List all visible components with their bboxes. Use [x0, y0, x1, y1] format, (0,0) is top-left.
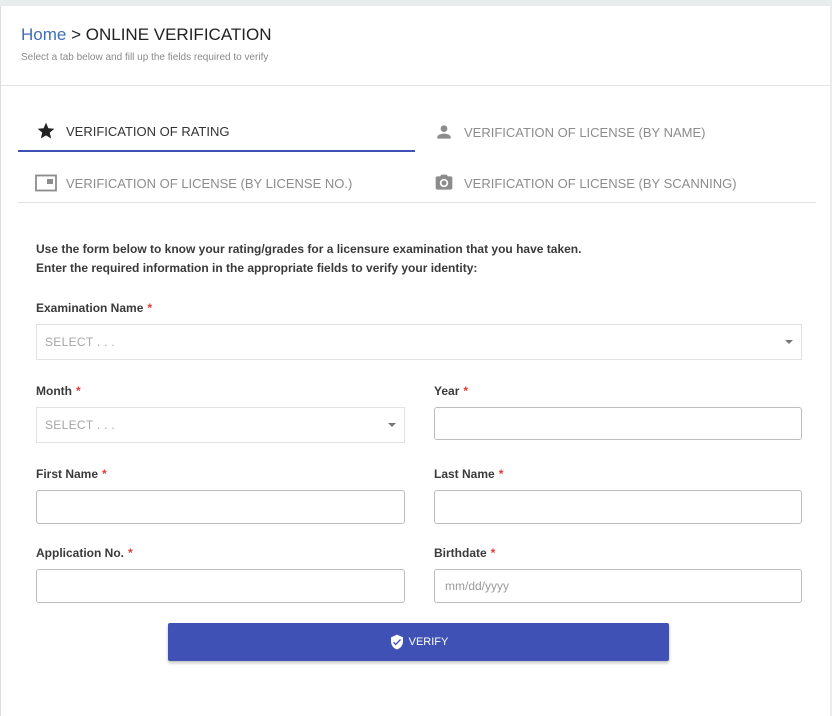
camera-icon — [433, 172, 455, 194]
application-no-input[interactable] — [36, 569, 405, 603]
first-name-label-text: First Name — [36, 467, 99, 481]
required-marker: * — [128, 546, 133, 560]
verify-button-label: VERIFY — [408, 636, 449, 648]
application-no-label-text: Application No. — [36, 546, 124, 560]
breadcrumb-home-link[interactable]: Home — [21, 25, 66, 44]
exam-name-selected: SELECT . . . — [45, 335, 116, 349]
form-instructions: Use the form below to know your rating/g… — [36, 240, 581, 278]
breadcrumb-separator: > — [66, 25, 86, 44]
last-name-input[interactable] — [434, 490, 802, 524]
first-name-label: First Name * — [36, 467, 107, 481]
instructions-line-1: Use the form below to know your rating/g… — [36, 242, 582, 256]
month-selected: SELECT . . . — [45, 418, 116, 432]
tab-license-by-scanning[interactable]: VERIFICATION OF LICENSE (BY SCANNING) — [416, 163, 816, 203]
tab-label: VERIFICATION OF LICENSE (BY LICENSE NO.) — [66, 175, 353, 191]
page-subtitle: Select a tab below and fill up the field… — [21, 52, 269, 63]
year-input[interactable] — [434, 407, 802, 440]
month-label: Month * — [36, 384, 81, 398]
exam-name-label: Examination Name * — [36, 301, 152, 315]
instructions-line-2: Enter the required information in the ap… — [36, 261, 478, 275]
tab-label: VERIFICATION OF LICENSE (BY NAME) — [464, 124, 706, 140]
required-marker: * — [490, 546, 496, 560]
tab-license-by-name[interactable]: VERIFICATION OF LICENSE (BY NAME) — [416, 112, 816, 152]
tab-license-by-license-no[interactable]: VERIFICATION OF LICENSE (BY LICENSE NO.) — [18, 163, 415, 203]
required-marker: * — [147, 301, 153, 315]
month-select[interactable]: SELECT . . . — [36, 407, 405, 443]
star-icon — [35, 120, 57, 142]
birthdate-input[interactable] — [434, 569, 802, 603]
year-label: Year * — [434, 384, 468, 398]
last-name-label: Last Name * — [434, 467, 503, 481]
year-label-text: Year — [434, 384, 460, 398]
required-marker: * — [498, 467, 504, 481]
verify-button[interactable]: VERIFY — [168, 623, 669, 661]
exam-name-select[interactable]: SELECT . . . — [36, 324, 802, 360]
application-no-label: Application No. * — [36, 546, 133, 560]
tab-label: VERIFICATION OF RATING — [66, 123, 230, 139]
required-marker: * — [102, 467, 107, 481]
exam-name-label-text: Examination Name — [36, 301, 144, 315]
person-icon — [433, 121, 455, 143]
last-name-label-text: Last Name — [434, 467, 495, 481]
card-icon — [35, 172, 57, 194]
first-name-input[interactable] — [36, 490, 405, 524]
month-label-text: Month — [36, 384, 72, 398]
required-marker: * — [75, 384, 81, 398]
page-header: Home > ONLINE VERIFICATION Select a tab … — [1, 6, 830, 86]
tabs-divider — [18, 202, 816, 203]
shield-check-icon — [389, 634, 405, 650]
birthdate-label-text: Birthdate — [434, 546, 487, 560]
required-marker: * — [463, 384, 469, 398]
tab-verification-of-rating[interactable]: VERIFICATION OF RATING — [18, 112, 415, 152]
tab-label: VERIFICATION OF LICENSE (BY SCANNING) — [464, 175, 737, 191]
dropdown-arrow-icon — [388, 423, 396, 427]
dropdown-arrow-icon — [785, 340, 793, 344]
page-title: ONLINE VERIFICATION — [85, 25, 272, 44]
birthdate-label: Birthdate * — [434, 546, 495, 560]
breadcrumb: Home > ONLINE VERIFICATION — [21, 25, 272, 45]
